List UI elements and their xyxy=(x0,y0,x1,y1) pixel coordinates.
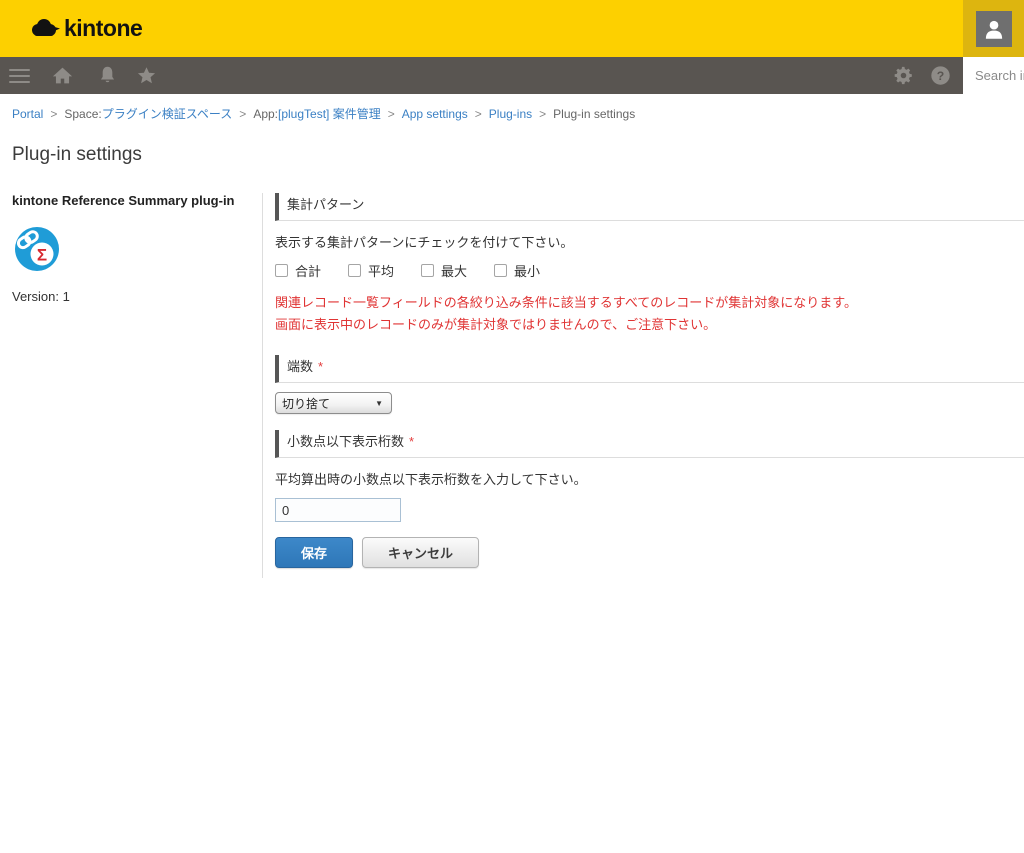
settings-gear-icon[interactable] xyxy=(892,65,914,87)
rounding-heading-label: 端数 xyxy=(287,356,313,375)
menu-hamburger-icon[interactable] xyxy=(9,65,31,87)
breadcrumb-separator: > xyxy=(239,107,246,121)
checkbox-sum-box[interactable] xyxy=(275,264,288,277)
checkbox-average[interactable]: 平均 xyxy=(348,261,394,280)
chevron-down-icon: ▼ xyxy=(375,399,383,408)
checkbox-min[interactable]: 最小 xyxy=(494,261,540,280)
user-menu-area[interactable] xyxy=(963,0,1024,57)
favorites-star-icon[interactable] xyxy=(135,65,157,87)
checkbox-average-box[interactable] xyxy=(348,264,361,277)
page-title: Plug-in settings xyxy=(0,130,1024,166)
kintone-logo-text: kintone xyxy=(64,15,142,42)
breadcrumb-space-link[interactable]: プラグイン検証スペース xyxy=(102,105,233,122)
breadcrumb-separator: > xyxy=(388,107,395,121)
form-actions: 保存 キャンセル xyxy=(275,537,1024,568)
kintone-logo[interactable]: kintone xyxy=(30,15,142,42)
home-icon[interactable] xyxy=(51,65,73,87)
section-heading-rounding: 端数 * xyxy=(275,355,1024,383)
checkbox-max-label: 最大 xyxy=(441,261,467,280)
kintone-cloud-icon xyxy=(30,17,60,41)
help-icon[interactable]: ? xyxy=(929,65,951,87)
rounding-selected-value: 切り捨て xyxy=(282,395,330,412)
decimal-digits-input[interactable] xyxy=(275,498,401,522)
checkbox-max[interactable]: 最大 xyxy=(421,261,467,280)
checkbox-sum-label: 合計 xyxy=(295,261,321,280)
checkbox-average-label: 平均 xyxy=(368,261,394,280)
required-asterisk: * xyxy=(318,359,323,374)
cancel-button[interactable]: キャンセル xyxy=(362,537,479,568)
breadcrumb-current: Plug-in settings xyxy=(553,107,635,121)
breadcrumb-app-settings[interactable]: App settings xyxy=(402,107,468,121)
checkbox-min-label: 最小 xyxy=(514,261,540,280)
search-input[interactable] xyxy=(963,57,1024,94)
user-avatar-icon xyxy=(981,16,1007,42)
plugin-version: Version: 1 xyxy=(12,289,262,304)
required-asterisk: * xyxy=(409,434,414,449)
warning-line-1: 関連レコード一覧フィールドの各絞り込み条件に該当するすべてのレコードが集計対象に… xyxy=(275,296,1024,309)
breadcrumb: Portal > Space: プラグイン検証スペース > App: [plug… xyxy=(0,94,1024,130)
pattern-description: 表示する集計パターンにチェックを付けて下さい。 xyxy=(275,232,1024,251)
notifications-bell-icon[interactable] xyxy=(96,65,118,87)
section-heading-decimal: 小数点以下表示桁数 * xyxy=(275,430,1024,458)
breadcrumb-separator: > xyxy=(475,107,482,121)
global-nav-bar: ? xyxy=(0,57,1024,94)
breadcrumb-separator: > xyxy=(50,107,57,121)
warning-line-2: 画面に表示中のレコードのみが集計対象ではりませんので、ご注意下さい。 xyxy=(275,318,1024,331)
user-avatar[interactable] xyxy=(976,11,1012,47)
checkbox-sum[interactable]: 合計 xyxy=(275,261,321,280)
checkbox-max-box[interactable] xyxy=(421,264,434,277)
checkbox-min-box[interactable] xyxy=(494,264,507,277)
section-heading-pattern: 集計パターン xyxy=(275,193,1024,221)
breadcrumb-space-prefix: Space: xyxy=(64,107,101,121)
pattern-heading-label: 集計パターン xyxy=(287,194,364,213)
breadcrumb-app-prefix: App: xyxy=(253,107,278,121)
sigma-glyph: Σ xyxy=(37,245,47,264)
plugin-icon: Σ xyxy=(12,224,62,274)
plugin-name: kintone Reference Summary plug-in xyxy=(12,193,262,210)
breadcrumb-plugins[interactable]: Plug-ins xyxy=(489,107,532,121)
brand-header: kintone xyxy=(0,0,1024,57)
decimal-description: 平均算出時の小数点以下表示桁数を入力して下さい。 xyxy=(275,469,1024,488)
content-area: kintone Reference Summary plug-in Σ Vers… xyxy=(0,193,1024,578)
plugin-info-sidebar: kintone Reference Summary plug-in Σ Vers… xyxy=(12,193,262,304)
svg-text:?: ? xyxy=(936,69,943,83)
rounding-select[interactable]: 切り捨て ▼ xyxy=(275,392,392,414)
breadcrumb-separator: > xyxy=(539,107,546,121)
save-button[interactable]: 保存 xyxy=(275,537,353,568)
plugin-settings-form: 集計パターン 表示する集計パターンにチェックを付けて下さい。 合計 平均 最大 … xyxy=(262,193,1024,578)
decimal-heading-label: 小数点以下表示桁数 xyxy=(287,431,404,450)
pattern-checkbox-row: 合計 平均 最大 最小 xyxy=(275,261,1024,280)
breadcrumb-portal[interactable]: Portal xyxy=(12,107,43,121)
breadcrumb-app-link[interactable]: [plugTest] 案件管理 xyxy=(278,105,381,122)
